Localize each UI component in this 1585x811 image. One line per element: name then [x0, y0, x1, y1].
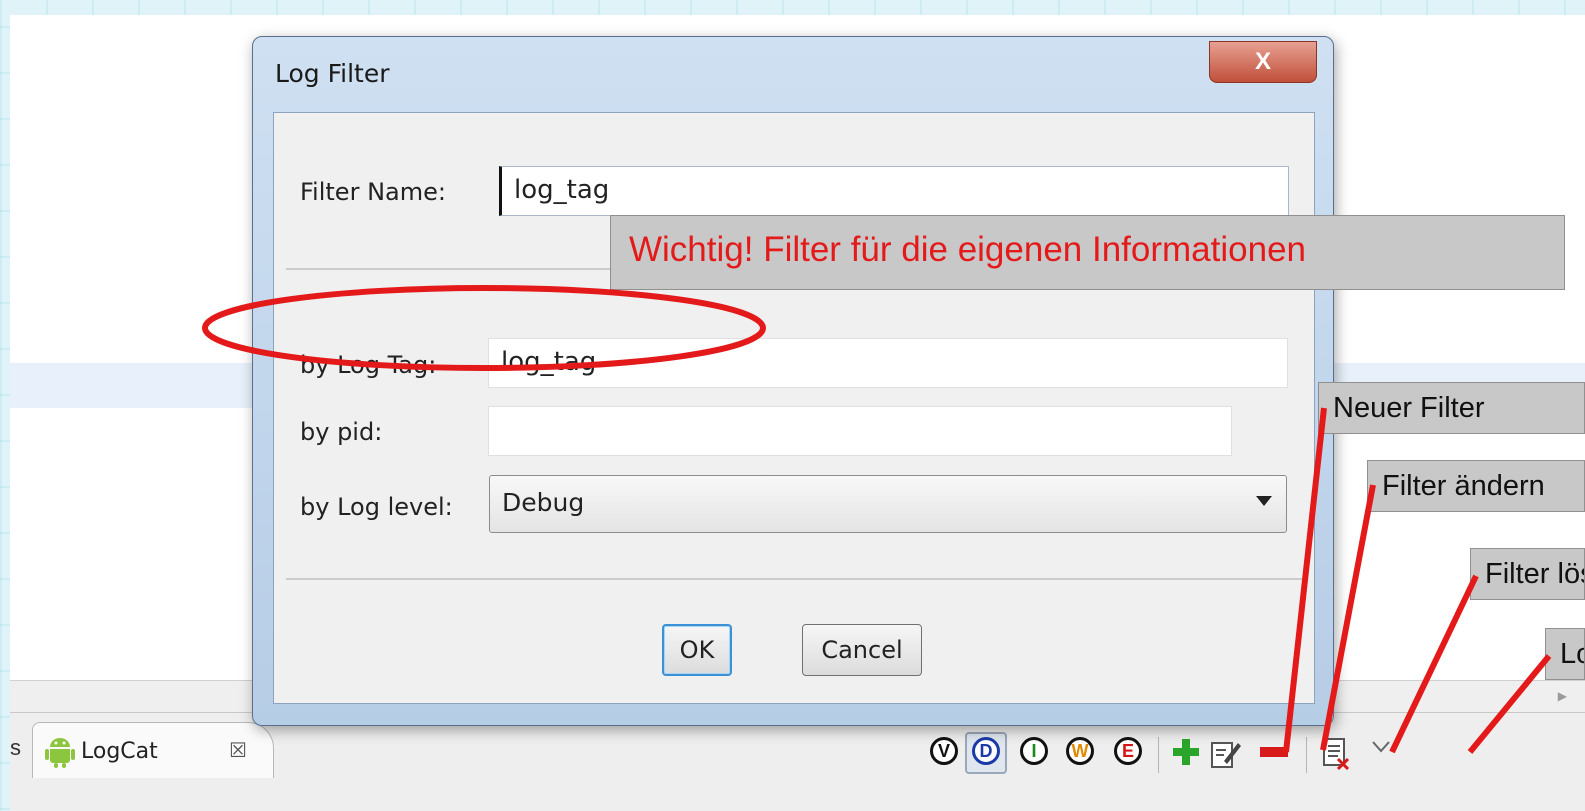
log-level-label: by Log level:	[300, 493, 453, 521]
previous-tab-fragment[interactable]: s	[10, 735, 21, 761]
android-icon	[45, 738, 75, 768]
annotation-delete-filter: Filter löschen	[1470, 548, 1585, 600]
toolbar-separator	[1158, 737, 1159, 773]
chevron-down-icon[interactable]	[1372, 741, 1390, 753]
tab-close-icon[interactable]: ☒	[229, 738, 247, 762]
log-level-value: Debug	[502, 488, 585, 517]
remove-filter-icon[interactable]	[1260, 747, 1288, 757]
verbose-level-button[interactable]: V	[930, 737, 958, 765]
warn-level-button[interactable]: W	[1066, 737, 1094, 765]
annotation-clear-log: Log löschen	[1545, 628, 1585, 680]
log-filter-dialog: Log Filter X Filter Name: log_tag by Log…	[252, 36, 1334, 726]
separator-bottom	[286, 578, 1302, 580]
dialog-title: Log Filter	[275, 59, 390, 88]
log-level-select[interactable]: Debug	[489, 475, 1287, 533]
add-filter-icon[interactable]	[1173, 739, 1199, 765]
debug-level-button[interactable]: D	[972, 737, 1000, 765]
log-tag-field[interactable]: log_tag	[488, 338, 1288, 388]
ok-button[interactable]: OK	[662, 624, 732, 676]
tab-logcat[interactable]: LogCat ☒	[32, 722, 274, 778]
log-tag-label: by Log Tag:	[300, 351, 437, 379]
dialog-content: Filter Name: log_tag by Log Tag: log_tag…	[273, 112, 1315, 704]
info-level-button[interactable]: I	[1020, 737, 1048, 765]
filter-name-field[interactable]: log_tag	[499, 166, 1289, 216]
chevron-down-icon	[1256, 496, 1272, 506]
edit-filter-icon[interactable]	[1210, 737, 1242, 769]
close-button[interactable]: X	[1209, 41, 1317, 83]
pid-label: by pid:	[300, 418, 383, 446]
clear-log-icon[interactable]	[1322, 737, 1352, 771]
filter-name-label: Filter Name:	[300, 178, 446, 206]
annotation-new-filter: Neuer Filter	[1318, 382, 1585, 434]
error-level-button[interactable]: E	[1114, 737, 1142, 765]
view-tab-bar: s LogCat ☒ V D I W E	[10, 712, 1585, 811]
cancel-button[interactable]: Cancel	[802, 624, 922, 676]
scroll-right-icon[interactable]: ▶	[1558, 689, 1567, 703]
pid-field[interactable]	[488, 406, 1232, 456]
toolbar-separator	[1306, 737, 1307, 773]
annotation-important: Wichtig! Filter für die eigenen Informat…	[610, 215, 1565, 290]
tab-label: LogCat	[81, 739, 158, 764]
annotation-edit-filter: Filter ändern	[1367, 460, 1585, 512]
